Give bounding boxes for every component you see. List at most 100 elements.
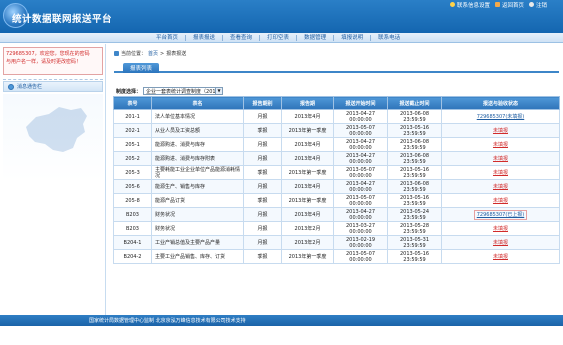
left-panel: 729685307，欢迎您，您现在的密码 与用户名一样，请及时更改密码！ 消息通… — [0, 44, 106, 315]
status-link[interactable]: 未填报 — [493, 240, 508, 246]
breadcrumb-home-link[interactable]: 首页 — [148, 50, 158, 57]
table-row: 205-2 能源购进、消费与库存附表 月报 2013年4月 2013-04-27 00:… — [113, 151, 560, 166]
app-window: 统计数据联网报送平台 联系信息设置 返回首页 注销 平台首页 报表报送 查看查询… — [0, 0, 563, 345]
tab-report-list[interactable]: 报表列表 — [123, 63, 160, 73]
nav-item-home[interactable]: 平台首页 — [149, 35, 187, 41]
nav-item-instructions[interactable]: 填报说明 — [334, 35, 372, 41]
footer-text: 国家统计局数据管理中心监制 北京京泓万峰信息技术有限公司技术支持 — [89, 318, 246, 324]
welcome-text-line1: 729685307，欢迎您，您现在的密码 — [6, 51, 90, 57]
status-link[interactable]: 729685307(未填报) — [477, 114, 525, 120]
tab-bar: 报表列表 — [114, 61, 559, 73]
cell-start-time: 2013-04-27 00:00:00 — [333, 137, 388, 152]
breadcrumb-prefix: 当前位置： — [121, 51, 147, 57]
notice-header[interactable]: 消息通告栏 — [3, 81, 103, 92]
logout-link[interactable]: 注销 — [528, 1, 547, 9]
col-header-code: 表号 — [113, 96, 152, 110]
cell-start-time: 2013-02-19 00:00:00 — [333, 235, 388, 250]
cell-code: B204-2 — [113, 249, 152, 264]
cell-name: 财务状况 — [151, 221, 244, 236]
cell-period-type: 月报 — [243, 235, 282, 250]
notice-icon — [8, 83, 14, 90]
contact-settings-link[interactable]: 联系信息设置 — [449, 1, 490, 9]
cell-period-type: 月报 — [243, 221, 282, 236]
header-bar: 统计数据联网报送平台 联系信息设置 返回首页 注销 — [0, 0, 563, 33]
cell-end-time: 2013-05-28 23:59:59 — [387, 221, 442, 236]
cell-status: 729685307(已上报) — [441, 207, 560, 222]
status-link[interactable]: 未填报 — [493, 226, 508, 232]
cell-period-type: 月报 — [243, 137, 282, 152]
cell-code: B204-1 — [113, 235, 152, 250]
table-row: 205-6 能源生产、销售与库存 月报 2013年4月 2013-04-27 00:00… — [113, 179, 560, 194]
status-link[interactable]: 未填报 — [493, 198, 508, 204]
cell-code: B203 — [113, 221, 152, 236]
nav-item-contact[interactable]: 联系电话 — [371, 35, 407, 41]
status-link[interactable]: 未填报 — [493, 170, 508, 176]
status-link[interactable]: 未填报 — [493, 128, 508, 134]
app-title: 统计数据联网报送平台 — [12, 14, 113, 25]
cell-start-time: 2013-05-07 00:00:00 — [333, 193, 388, 208]
cell-end-time: 2013-05-16 23:59:59 — [387, 165, 442, 180]
cell-period: 2013年第一季度 — [281, 193, 334, 208]
report-table: 表号 表名 报告期别 报告期 报送开始时间 报送截止时间 报送与验收状态 201… — [113, 96, 560, 264]
cell-name: 能源产品订货 — [151, 193, 244, 208]
cell-end-time: 2013-06-08 23:59:59 — [387, 151, 442, 166]
notice-content-area — [3, 94, 103, 312]
nav-item-data-manage[interactable]: 数据管理 — [297, 35, 335, 41]
cell-status: 729685307(未填报) — [441, 109, 560, 124]
home-icon — [494, 2, 500, 7]
cell-name: 主要耗能工业企业单位产品能源消耗情况 — [151, 165, 244, 180]
system-filter: 制度选择： 企业一套表统计调查制度（2013） ▼ — [116, 87, 224, 95]
cell-start-time: 2013-05-07 00:00:00 — [333, 249, 388, 264]
logout-icon — [528, 2, 534, 7]
cell-period: 2013年4月 — [281, 207, 334, 222]
system-select[interactable]: 企业一套表统计调查制度（2013） ▼ — [143, 87, 224, 95]
cell-status: 未填报 — [441, 165, 560, 180]
nav-item-query[interactable]: 查看查询 — [223, 35, 261, 41]
cell-period: 2013年2月 — [281, 235, 334, 250]
cell-code: 201-1 — [113, 109, 152, 124]
table-row: 205-3 主要耗能工业企业单位产品能源消耗情况 季报 2013年第一季度 2013-0… — [113, 165, 560, 180]
cell-status: 未填报 — [441, 151, 560, 166]
table-row: 205-1 能源购进、消费与库存 月报 2013年4月 2013-04-27 00:00… — [113, 137, 560, 152]
nav-items: 平台首页 报表报送 查看查询 打印空表 数据管理 填报说明 联系电话 — [149, 33, 407, 43]
table-row: B203 财务状况 月报 2013年4月 2013-04-27 00:00:00 2013… — [113, 207, 560, 222]
status-link[interactable]: 未填报 — [493, 184, 508, 190]
cell-end-time: 2013-05-24 23:59:59 — [387, 207, 442, 222]
location-icon — [114, 51, 119, 56]
chevron-down-icon[interactable]: ▼ — [215, 88, 223, 94]
cell-end-time: 2013-05-16 23:59:59 — [387, 193, 442, 208]
cell-start-time: 2013-04-27 00:00:00 — [333, 109, 388, 124]
cell-status: 未填报 — [441, 123, 560, 138]
cell-period: 2013年4月 — [281, 109, 334, 124]
nav-item-report-submit[interactable]: 报表报送 — [186, 35, 224, 41]
settings-icon — [449, 2, 455, 7]
cell-period-type: 季报 — [243, 249, 282, 264]
cell-name: 从业人员及工资总额 — [151, 123, 244, 138]
cell-start-time: 2013-04-27 00:00:00 — [333, 151, 388, 166]
divider — [3, 79, 103, 80]
cell-period: 2013年第一季度 — [281, 123, 334, 138]
status-link[interactable]: 未填报 — [493, 156, 508, 162]
main-nav: 平台首页 报表报送 查看查询 打印空表 数据管理 填报说明 联系电话 — [0, 33, 563, 43]
cell-end-time: 2013-06-08 23:59:59 — [387, 109, 442, 124]
home-link[interactable]: 返回首页 — [494, 1, 524, 9]
status-link[interactable]: 未填报 — [493, 142, 508, 148]
breadcrumb: 当前位置： 首页 > 报表报送 — [114, 50, 186, 57]
cell-period: 2013年4月 — [281, 151, 334, 166]
cell-name: 能源购进、消费与库存附表 — [151, 151, 244, 166]
cell-code: 205-1 — [113, 137, 152, 152]
cell-period-type: 月报 — [243, 109, 282, 124]
cell-period: 2013年4月 — [281, 179, 334, 194]
cell-code: 205-2 — [113, 151, 152, 166]
status-link[interactable]: 未填报 — [493, 254, 508, 260]
cell-period-type: 月报 — [243, 207, 282, 222]
cell-end-time: 2013-05-31 23:59:59 — [387, 235, 442, 250]
status-link[interactable]: 729685307(已上报) — [473, 209, 528, 220]
cell-code: 205-8 — [113, 193, 152, 208]
table-row: B204-2 主要工业产品销售、库存、订货 季报 2013年第一季度 2013-05-0… — [113, 249, 560, 264]
bottom-whitespace — [0, 326, 563, 345]
cell-period-type: 月报 — [243, 151, 282, 166]
cell-start-time: 2013-04-27 00:00:00 — [333, 179, 388, 194]
nav-item-print[interactable]: 打印空表 — [260, 35, 298, 41]
header-links: 联系信息设置 返回首页 注销 — [449, 0, 563, 9]
